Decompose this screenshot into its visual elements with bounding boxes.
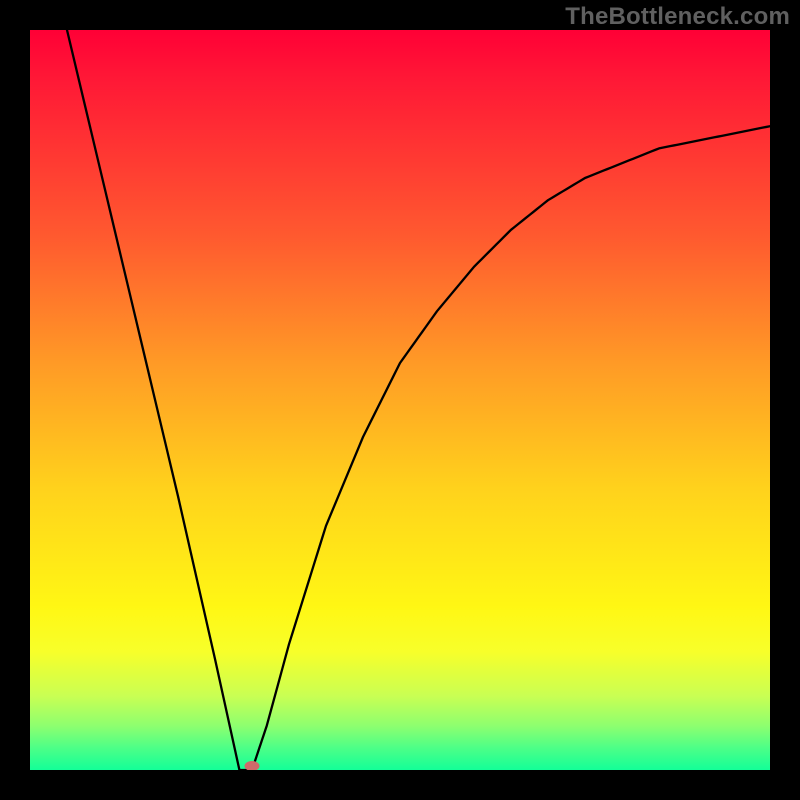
curve-layer (30, 30, 770, 770)
minimum-marker (245, 761, 260, 770)
chart-frame: TheBottleneck.com (0, 0, 800, 800)
plot-area (30, 30, 770, 770)
watermark-text: TheBottleneck.com (565, 3, 790, 31)
bottleneck-curve (67, 30, 770, 770)
